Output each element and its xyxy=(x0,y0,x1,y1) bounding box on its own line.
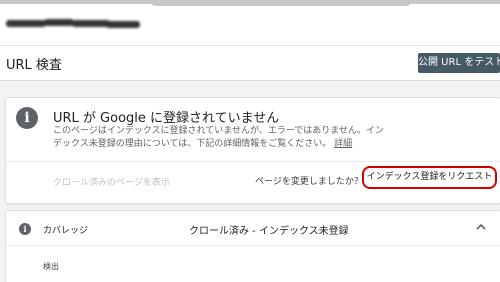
coverage-value: クロール済み - インデックス未登録 xyxy=(189,226,349,237)
page-header: URL 検査 公開 URL をテスト xyxy=(0,46,500,81)
chevron-up-icon[interactable] xyxy=(476,222,486,232)
coverage-section[interactable]: i カバレッジ クロール済み - インデックス未登録 検出 xyxy=(5,210,500,282)
search-bar-edge[interactable] xyxy=(150,0,412,6)
index-status-card: i URL が Google に登録されていません このページはインデックスに登… xyxy=(5,97,500,204)
page-title: URL 検査 xyxy=(6,58,62,73)
detail-link[interactable]: 詳細 xyxy=(334,139,352,149)
info-icon: i xyxy=(16,107,38,129)
request-indexing-button[interactable]: インデックス登録をリクエスト xyxy=(362,166,497,189)
coverage-sub-label: 検出 xyxy=(43,262,59,271)
page-changed-question: ページを変更しましたか？ xyxy=(255,177,363,187)
test-live-url-button[interactable]: 公開 URL をテスト xyxy=(418,53,500,73)
view-crawled-page-link[interactable]: クロール済みのページを表示 xyxy=(53,175,170,188)
card-divider xyxy=(6,161,500,162)
status-description: このページはインデックスに登録されていませんが、エラーではありません。インデック… xyxy=(53,125,388,151)
coverage-divider xyxy=(6,245,500,246)
top-bar xyxy=(0,0,500,46)
redacted-site-name xyxy=(6,14,140,34)
status-heading: URL が Google に登録されていません xyxy=(53,111,280,126)
coverage-label: カバレッジ xyxy=(43,226,89,236)
info-icon: i xyxy=(19,223,31,235)
